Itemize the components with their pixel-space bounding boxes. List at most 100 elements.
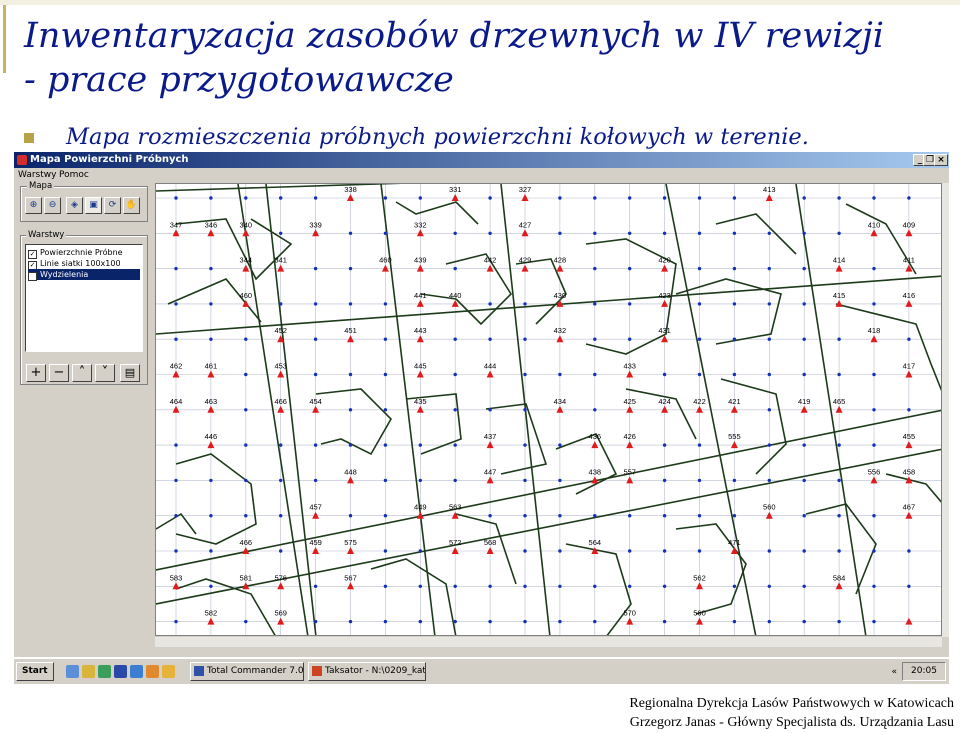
sample-plot-marker (661, 299, 669, 307)
sample-plot-marker (381, 264, 389, 272)
remove-layer-button[interactable]: − (49, 364, 69, 382)
sample-plot-marker (312, 405, 320, 413)
internet-explorer-icon[interactable] (130, 665, 143, 678)
grid-point-marker (209, 584, 213, 588)
sample-plot-label: 421 (728, 397, 741, 406)
menu-help[interactable]: Pomoc (59, 168, 89, 182)
zoom-extent-icon[interactable]: ◈ (66, 197, 83, 214)
sample-plot-label: 465 (833, 397, 846, 406)
grid-point-marker (348, 514, 353, 518)
grid-point-marker (174, 619, 178, 624)
move-layer-down-button[interactable]: ˅ (95, 364, 115, 382)
grid-point-marker (732, 619, 737, 624)
layer-properties-icon[interactable]: ▤ (120, 364, 140, 382)
sample-plot-label: 338 (344, 185, 357, 194)
grid-point-marker (453, 337, 457, 341)
subdivision-boundary (455, 513, 517, 585)
add-layer-button[interactable]: + (26, 364, 46, 382)
layer-label-sample-plots: Powierzchnie Próbne (40, 248, 123, 257)
grid-point-marker (767, 302, 771, 306)
sample-plot-label: 471 (728, 538, 741, 547)
sample-plot-marker (277, 264, 285, 272)
map-vertical-scrollbar[interactable] (942, 183, 949, 637)
grid-point-marker (802, 478, 806, 483)
menu-layers[interactable]: Warstwy (18, 168, 56, 182)
grid-point-marker (802, 302, 806, 306)
grid-point-marker (872, 302, 876, 306)
sample-plot-label: 563 (449, 503, 462, 512)
grid-point-marker (348, 372, 353, 377)
taskbar-total-commander[interactable]: Total Commander 7.02a ... (190, 662, 304, 681)
quicklaunch-app-icon[interactable] (162, 665, 175, 678)
tray-expand-button[interactable]: « (891, 667, 897, 677)
subdivision-boundary (370, 558, 457, 635)
sample-plot-label: 461 (205, 362, 218, 371)
sample-plot-label: 432 (554, 326, 567, 335)
system-clock[interactable]: 20:05 (902, 662, 946, 681)
zoom-window-icon[interactable]: ▣ (85, 197, 102, 214)
sample-plot-label: 575 (344, 538, 357, 547)
map-canvas[interactable]: 338 331 327 413 347 346 340 339 332 427 410 409 344 3… (155, 183, 942, 636)
grid-point-marker (872, 514, 876, 518)
grid-point-marker (837, 337, 841, 341)
quicklaunch-app-icon[interactable] (82, 665, 95, 678)
sample-plot-label: 556 (868, 467, 881, 476)
grid-point-marker (279, 443, 283, 447)
grid-point-marker (732, 478, 737, 483)
grid-point-marker (628, 196, 632, 200)
sample-plot-marker (172, 370, 180, 378)
grid-point-marker (558, 549, 562, 553)
show-desktop-icon[interactable] (66, 665, 79, 678)
grid-point-marker (209, 266, 213, 271)
move-layer-up-button[interactable]: ˄ (72, 364, 92, 382)
zoom-out-icon[interactable]: ⊖ (44, 197, 61, 214)
close-button[interactable]: × (934, 154, 948, 166)
grid-point-marker (313, 337, 318, 341)
grid-point-marker (872, 549, 876, 553)
firefox-icon[interactable] (146, 665, 159, 678)
pan-hand-icon[interactable]: ✋ (123, 197, 140, 214)
zoom-in-icon[interactable]: ⊕ (25, 197, 42, 214)
sample-plot-label: 564 (589, 538, 602, 547)
grid-point-marker (418, 549, 422, 553)
layer-item-sample-plots[interactable]: ✓ Powierzchnie Próbne (28, 247, 140, 259)
grid-point-marker (802, 584, 806, 588)
grid-point-marker (244, 443, 248, 447)
grid-point-marker (872, 266, 876, 271)
grid-point-marker (348, 408, 353, 412)
sample-plot-marker (486, 441, 494, 449)
grid-point-marker (662, 372, 667, 377)
grid-point-marker (313, 302, 318, 306)
quicklaunch-app-icon[interactable] (98, 665, 111, 678)
save-disk-icon[interactable] (114, 665, 127, 678)
sample-plot-marker (521, 194, 529, 201)
grid-point-marker (802, 619, 806, 624)
sample-plot-label: 424 (658, 397, 671, 406)
sample-plot-marker (626, 617, 634, 625)
grid-point-marker (383, 619, 388, 624)
map-horizontal-scrollbar[interactable] (155, 637, 942, 647)
grid-point-marker (628, 266, 632, 271)
start-button[interactable]: Start (16, 662, 54, 681)
grid-point-marker (523, 584, 527, 588)
sample-plot-marker (347, 194, 354, 201)
refresh-icon[interactable]: ⟳ (104, 197, 121, 214)
taskbar-taksator[interactable]: Taksator - N:\0209_kato... (308, 662, 426, 681)
layer-item-grid-lines[interactable]: ✓ Linie siatki 100x100 (28, 258, 140, 270)
grid-point-marker (767, 372, 771, 377)
grid-point-marker (453, 372, 457, 377)
menu-bar: Warstwy Pomoc (14, 168, 949, 182)
window-titlebar[interactable]: Mapa Powierzchni Próbnych _ ❐ × (14, 152, 949, 168)
grid-point-marker (593, 302, 597, 306)
grid-point-marker (662, 619, 667, 624)
sample-plot-marker (905, 370, 913, 378)
sample-plot-marker (765, 511, 773, 519)
sample-plot-label: 419 (798, 397, 811, 406)
grid-point-marker (697, 266, 702, 271)
checkbox-subdivisions[interactable]: ✓ (28, 272, 37, 281)
sample-plot-marker (626, 476, 634, 484)
grid-point-marker (767, 619, 771, 624)
sample-plot-label: 423 (658, 291, 671, 300)
layer-item-subdivisions[interactable]: ✓ Wydzielenia (28, 269, 140, 281)
sample-plot-label: 435 (414, 397, 427, 406)
